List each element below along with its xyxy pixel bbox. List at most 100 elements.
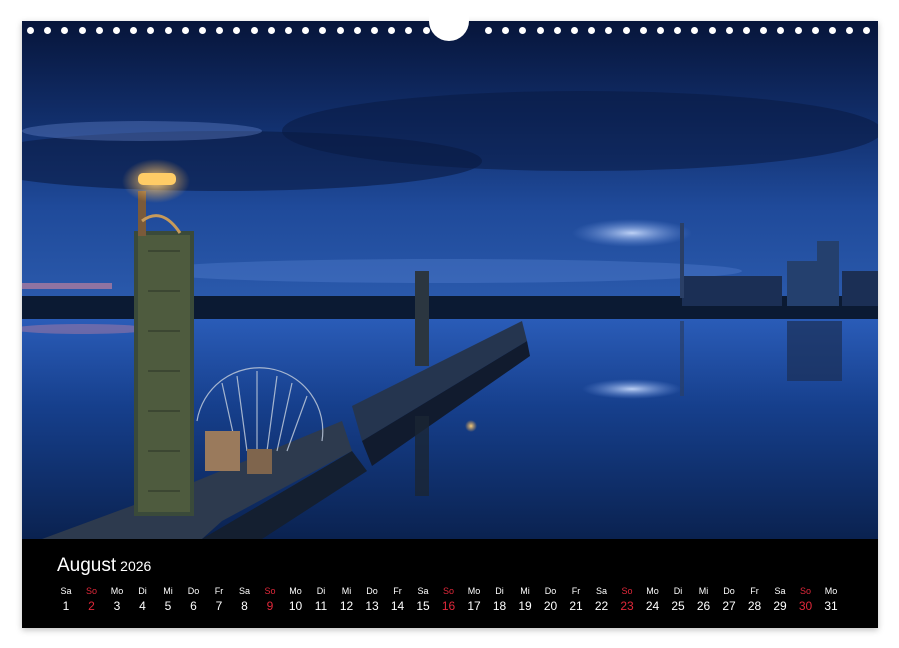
day-number: 20 bbox=[543, 599, 558, 613]
day-number: 18 bbox=[492, 599, 507, 613]
day-column: Sa 15 bbox=[410, 585, 436, 613]
weekday-label: Sa bbox=[238, 586, 250, 596]
day-column: Di 25 bbox=[665, 585, 691, 613]
day-column: Do 20 bbox=[538, 585, 564, 613]
day-number: 21 bbox=[569, 599, 583, 613]
binding-hole bbox=[164, 27, 172, 34]
day-number: 5 bbox=[164, 599, 172, 613]
day-column: Di 4 bbox=[130, 585, 156, 613]
day-column: Sa 8 bbox=[232, 585, 258, 613]
month-heading: August 2026 bbox=[57, 555, 151, 577]
weekday-label: So bbox=[264, 586, 276, 596]
weekday-label: Sa bbox=[595, 586, 607, 596]
binding-hole bbox=[233, 27, 241, 34]
binding-hole bbox=[846, 27, 854, 34]
day-column: Di 11 bbox=[308, 585, 334, 613]
day-column: Fr 28 bbox=[742, 585, 768, 613]
binding-hole bbox=[353, 27, 361, 34]
day-number: 8 bbox=[241, 599, 248, 613]
day-number: 23 bbox=[620, 599, 634, 613]
binding-hole bbox=[388, 27, 396, 34]
binding-hole bbox=[588, 27, 596, 34]
calendar-bar: August 2026 Sa 1 So 2 Mo 3 Di 4 Mi 5 Do 6 Fr 7 Sa 8 So 9 Mo… bbox=[22, 539, 878, 628]
day-number: 19 bbox=[518, 599, 532, 613]
binding-hole bbox=[61, 27, 69, 34]
binding-hole bbox=[519, 27, 527, 34]
weekday-label: Sa bbox=[774, 586, 786, 596]
weekday-label: Di bbox=[316, 586, 326, 596]
day-column: Fr 21 bbox=[563, 585, 589, 613]
weekday-label: So bbox=[621, 586, 633, 596]
day-column: Mo 24 bbox=[640, 585, 666, 613]
day-column: Mo 3 bbox=[104, 585, 130, 613]
weekday-label: So bbox=[85, 586, 97, 596]
day-column: So 16 bbox=[436, 585, 462, 613]
day-number: 13 bbox=[365, 599, 379, 613]
day-column: So 30 bbox=[793, 585, 819, 613]
day-column: So 23 bbox=[614, 585, 640, 613]
day-number: 6 bbox=[190, 599, 197, 613]
day-number: 28 bbox=[747, 599, 762, 613]
binding-hole bbox=[422, 27, 430, 34]
weekday-label: Mi bbox=[698, 586, 709, 596]
binding-hole bbox=[319, 27, 327, 34]
day-number: 11 bbox=[314, 599, 328, 613]
day-column: Do 13 bbox=[359, 585, 385, 613]
binding-hole bbox=[571, 27, 578, 34]
day-column: Mi 12 bbox=[334, 585, 360, 613]
day-column: Sa 22 bbox=[589, 585, 615, 613]
weekday-label: So bbox=[799, 586, 811, 596]
weekday-label: Mo bbox=[646, 586, 659, 596]
day-column: Mi 19 bbox=[512, 585, 538, 613]
binding-hole bbox=[267, 27, 275, 34]
day-column: Fr 14 bbox=[385, 585, 411, 613]
weekday-label: Mo bbox=[110, 586, 124, 596]
day-number: 7 bbox=[215, 599, 223, 613]
binding-hole bbox=[95, 27, 103, 34]
weekday-label: Di bbox=[495, 586, 504, 596]
weekday-label: Mo bbox=[289, 586, 302, 596]
day-number: 31 bbox=[824, 599, 838, 613]
binding-hole bbox=[44, 27, 52, 34]
day-column: Di 18 bbox=[487, 585, 513, 613]
binding-hole bbox=[605, 27, 613, 34]
day-number: 10 bbox=[288, 599, 303, 613]
weekday-label: Do bbox=[723, 586, 735, 596]
binding-hole bbox=[113, 27, 120, 34]
weekday-label: Sa bbox=[417, 586, 429, 596]
binding-hole bbox=[216, 27, 224, 34]
binding-hole bbox=[78, 27, 86, 34]
day-number: 16 bbox=[441, 599, 456, 613]
weekday-label: Do bbox=[187, 586, 200, 596]
day-column: Mo 10 bbox=[283, 585, 309, 613]
binding-hole bbox=[553, 27, 561, 34]
day-column: Mi 26 bbox=[691, 585, 717, 613]
day-number: 1 bbox=[62, 599, 70, 613]
day-number: 22 bbox=[594, 599, 609, 613]
day-column: Do 27 bbox=[716, 585, 742, 613]
weekday-label: Sa bbox=[60, 586, 72, 596]
weekday-label: Fr bbox=[393, 586, 402, 596]
day-number: 12 bbox=[339, 599, 354, 613]
day-number: 9 bbox=[266, 599, 274, 613]
day-column: Sa 29 bbox=[767, 585, 793, 613]
binding-hole bbox=[147, 27, 155, 34]
weekday-label: Di bbox=[673, 586, 683, 596]
month-year: 2026 bbox=[120, 558, 152, 574]
day-column: Mo 31 bbox=[818, 585, 844, 613]
day-number: 26 bbox=[696, 599, 711, 613]
day-row: Sa 1 So 2 Mo 3 Di 4 Mi 5 Do 6 Fr 7 Sa 8 So 9 Mo 10 Di 11 Mi 12 D… bbox=[53, 585, 861, 615]
binding-hole bbox=[250, 27, 258, 34]
binding-hole bbox=[485, 27, 492, 34]
day-column: Do 6 bbox=[181, 585, 207, 613]
weekday-label: Do bbox=[544, 586, 557, 596]
day-number: 25 bbox=[671, 599, 685, 613]
binding-hole bbox=[777, 27, 785, 34]
day-number: 2 bbox=[88, 599, 95, 613]
day-number: 14 bbox=[390, 599, 405, 613]
harbor-night-photo bbox=[22, 21, 878, 539]
binding-hole bbox=[130, 27, 138, 34]
binding-hole bbox=[674, 27, 682, 34]
weekday-label: Mi bbox=[520, 586, 530, 596]
weekday-label: Fr bbox=[571, 586, 581, 596]
